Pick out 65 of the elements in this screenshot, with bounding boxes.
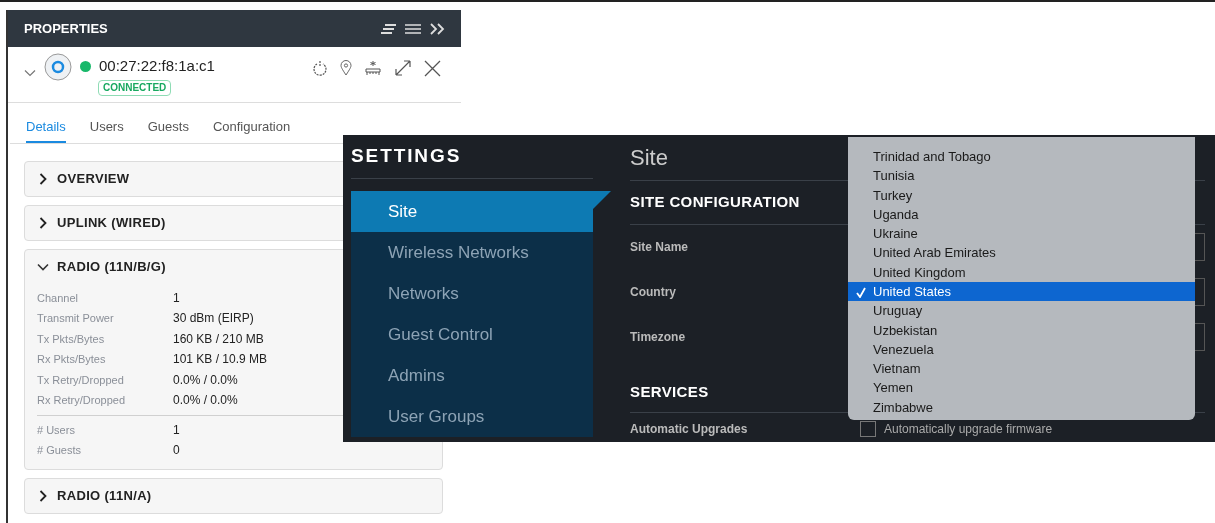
dropdown-option[interactable]: United States — [848, 282, 1195, 302]
mac-address: 00:27:22:f8:1a:c1 — [99, 56, 215, 76]
chevron-right-icon — [37, 489, 49, 502]
panel-title: PROPERTIES — [24, 19, 108, 38]
access-point-icon — [44, 53, 72, 81]
stat-value: 0 — [173, 442, 180, 460]
pointer-tab-icon — [593, 191, 611, 209]
stat-value: 30 dBm (EIRP) — [173, 310, 254, 328]
field-label: Country — [630, 283, 676, 301]
stat-label: Rx Pkts/Bytes — [37, 352, 107, 367]
tab[interactable]: Guests — [147, 117, 189, 143]
stat-label: Transmit Power — [37, 311, 115, 326]
chevron-right-icon — [37, 216, 49, 229]
tab[interactable]: Configuration — [212, 117, 291, 143]
nav-item[interactable]: User Groups — [351, 396, 593, 437]
upgrade-checkbox[interactable]: Automatically upgrade firmware — [860, 420, 1053, 439]
stat-label: Rx Retry/Dropped — [37, 393, 127, 408]
section-header[interactable]: RADIO (11N/A) — [37, 485, 152, 506]
expand-icon[interactable] — [394, 59, 412, 77]
dropdown-option[interactable]: United Arab Emirates — [848, 243, 1195, 263]
dropdown-option[interactable]: Trinidad and Tobago — [848, 147, 1195, 167]
section-header[interactable]: UPLINK (WIRED) — [37, 212, 166, 233]
stat-label: # Users — [37, 422, 76, 438]
stat-label: # Guests — [37, 443, 83, 458]
stat-value: 101 KB / 10.9 MB — [173, 351, 268, 369]
power-icon[interactable] — [312, 60, 328, 76]
stat-label: Tx Retry/Dropped — [37, 372, 125, 388]
dropdown-option[interactable]: Uzbekistan — [848, 320, 1195, 340]
dropdown-option[interactable]: Venezuela — [848, 339, 1195, 360]
stat-value: 0.0% / 0.0% — [173, 392, 238, 410]
dropdown-option[interactable]: Turkey — [848, 185, 1195, 205]
stat-value: 1 — [173, 289, 180, 307]
tab[interactable]: Users — [89, 117, 124, 143]
nav-item[interactable]: Site — [351, 191, 593, 232]
tab[interactable]: Details — [26, 117, 66, 143]
section-header[interactable]: RADIO (11N/B/G) — [37, 256, 166, 277]
dropdown-option[interactable]: Uruguay — [848, 301, 1195, 321]
close-icon[interactable] — [424, 59, 441, 77]
stat-value: 0.0% / 0.0% — [173, 371, 238, 389]
stat-value: 1 — [173, 421, 180, 439]
field-label: Automatic Upgrades — [630, 421, 749, 439]
device-icon[interactable] — [364, 60, 382, 76]
field-label: Timezone — [630, 328, 686, 346]
field-label: Site Name — [630, 239, 689, 257]
chevron-down-icon[interactable] — [24, 67, 36, 79]
stat-label: Tx Pkts/Bytes — [37, 331, 106, 347]
stat-label: Channel — [37, 290, 79, 306]
dropdown-option[interactable]: United Kingdom — [848, 262, 1195, 283]
double-chevron-icon[interactable] — [429, 22, 445, 35]
stat-value: 160 KB / 210 MB — [173, 330, 264, 348]
location-pin-icon[interactable] — [340, 60, 352, 76]
dropdown-option[interactable]: Uganda — [848, 204, 1195, 225]
dropdown-option[interactable]: Ukraine — [848, 224, 1195, 244]
nav-item[interactable]: Wireless Networks — [351, 232, 593, 273]
settings-title: SETTINGS — [351, 135, 593, 179]
status-badge: CONNECTED — [98, 79, 172, 96]
section-header[interactable]: OVERVIEW — [37, 168, 130, 189]
dropdown-option[interactable]: Yemen — [848, 378, 1195, 398]
nav-item[interactable]: Guest Control — [351, 314, 593, 355]
nav-item[interactable]: Admins — [351, 355, 593, 396]
checkmark-icon — [855, 287, 866, 299]
chevron-right-icon — [37, 172, 49, 185]
sort-icon[interactable] — [381, 22, 397, 35]
nav-item[interactable]: Networks — [351, 273, 593, 314]
menu-icon[interactable] — [405, 22, 421, 35]
